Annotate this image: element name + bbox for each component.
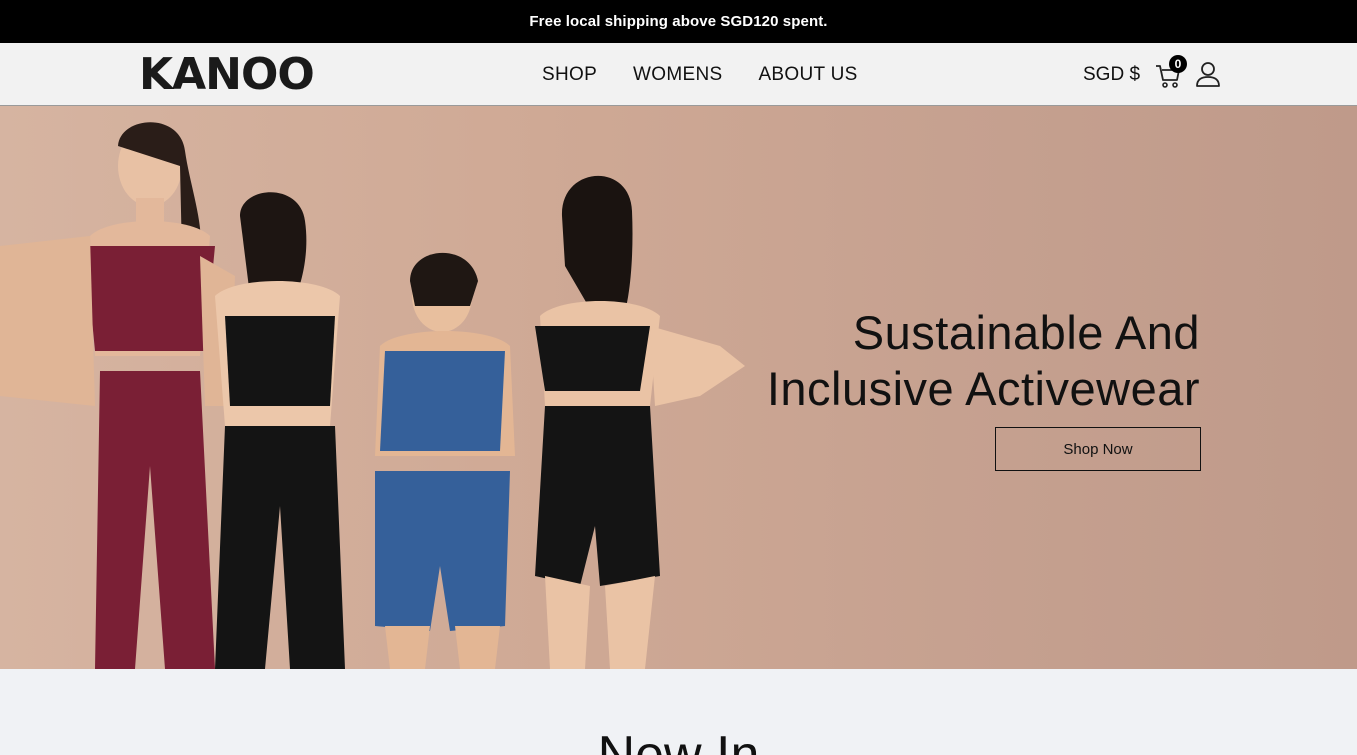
- model-black-right: [535, 175, 745, 669]
- new-in-section: New In: [0, 669, 1357, 755]
- currency-selector[interactable]: SGD $: [1083, 43, 1140, 106]
- cart-count-badge: 0: [1169, 55, 1187, 73]
- main-nav: SHOP WOMENS ABOUT US: [542, 43, 858, 106]
- brand-logo[interactable]: KANOO: [139, 52, 315, 98]
- model-black-left: [215, 192, 345, 669]
- section-title: New In: [597, 726, 760, 755]
- model-blue: [375, 252, 515, 669]
- account-icon[interactable]: [1195, 60, 1221, 88]
- hero-photo: [0, 122, 745, 669]
- hero-banner: Sustainable And Inclusive Activewear Sho…: [0, 106, 1357, 669]
- nav-womens[interactable]: WOMENS: [633, 64, 722, 86]
- model-burgundy: [0, 122, 235, 669]
- announcement-bar: Free local shipping above SGD120 spent.: [0, 0, 1357, 43]
- hero-title: Sustainable And Inclusive Activewear: [767, 305, 1200, 417]
- hero-title-line-2: Inclusive Activewear: [766, 362, 1200, 415]
- shop-now-button[interactable]: Shop Now: [995, 427, 1201, 471]
- announcement-text: Free local shipping above SGD120 spent.: [529, 13, 828, 30]
- nav-about-us[interactable]: ABOUT US: [758, 64, 857, 86]
- nav-shop[interactable]: SHOP: [542, 64, 597, 86]
- hero-title-line-1: Sustainable And: [852, 306, 1200, 359]
